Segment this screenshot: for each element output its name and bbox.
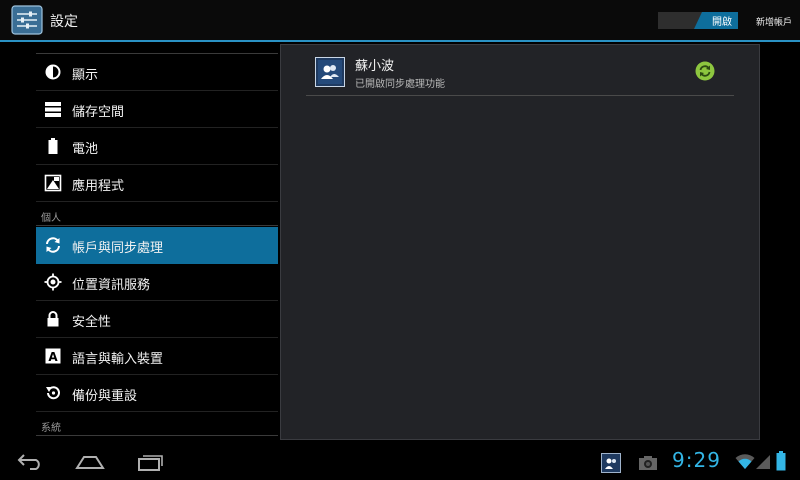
recent-apps-icon[interactable] bbox=[137, 453, 165, 471]
account-sync-status: 已開啟同步處理功能 bbox=[355, 79, 445, 90]
account-name: 蘇小波 bbox=[355, 59, 395, 74]
apps-icon bbox=[44, 174, 62, 192]
toggle-on-segment: 開啟 bbox=[694, 12, 738, 29]
section-divider bbox=[36, 225, 278, 226]
toggle-label: 開啟 bbox=[712, 17, 732, 28]
section-header-personal: 個人 bbox=[41, 213, 61, 224]
clock: 9:29 bbox=[672, 448, 721, 472]
battery-icon bbox=[48, 138, 58, 154]
section-divider bbox=[36, 435, 278, 436]
sync-icon bbox=[46, 237, 60, 253]
account-icon bbox=[315, 57, 345, 87]
camera-notification-icon[interactable] bbox=[638, 455, 658, 471]
section-header-system: 系統 bbox=[41, 423, 61, 434]
battery-status-icon bbox=[776, 451, 786, 471]
contacts-notification-icon[interactable] bbox=[601, 453, 621, 473]
sync-toggle[interactable]: 開啟 bbox=[658, 12, 738, 29]
sidebar-item-apps[interactable]: 應用程式 bbox=[36, 165, 278, 202]
list-divider bbox=[306, 95, 734, 96]
signal-icon bbox=[756, 455, 770, 469]
sidebar-item-storage[interactable]: 儲存空間 bbox=[36, 91, 278, 128]
brightness-icon bbox=[45, 64, 61, 80]
sidebar-item-label: 備份與重設 bbox=[72, 389, 138, 404]
sidebar-item-label: 帳戶與同步處理 bbox=[72, 241, 164, 256]
language-icon: A bbox=[45, 348, 61, 364]
sidebar-item-label: 應用程式 bbox=[72, 179, 125, 194]
sidebar-item-accounts-sync[interactable]: 帳戶與同步處理 bbox=[36, 227, 278, 264]
sidebar-item-security[interactable]: 安全性 bbox=[36, 301, 278, 338]
sidebar-item-language[interactable]: A 語言與輸入裝置 bbox=[36, 338, 278, 375]
settings-list[interactable]: 顯示 儲存空間 電池 應用程式 個人 帳戶與同步處理 位置資訊服務 安全性 A … bbox=[0, 42, 281, 438]
sidebar-item-battery[interactable]: 電池 bbox=[36, 128, 278, 165]
svg-text:A: A bbox=[48, 350, 58, 364]
sidebar-item-label: 顯示 bbox=[72, 68, 99, 83]
page-title: 設定 bbox=[50, 14, 78, 30]
sidebar-item-backup-reset[interactable]: 備份與重設 bbox=[36, 375, 278, 412]
location-icon bbox=[44, 273, 62, 291]
action-bar: 設定 開啟 新增帳戶 bbox=[0, 0, 800, 40]
lock-icon bbox=[47, 311, 59, 327]
sidebar-item-label: 電池 bbox=[72, 142, 99, 157]
sync-status-icon[interactable] bbox=[695, 61, 715, 81]
sidebar-item-label: 儲存空間 bbox=[72, 105, 125, 120]
account-panel: 蘇小波 已開啟同步處理功能 bbox=[280, 44, 760, 440]
sidebar-item-location[interactable]: 位置資訊服務 bbox=[36, 264, 278, 301]
sidebar-item-display[interactable]: 顯示 bbox=[36, 54, 278, 91]
wifi-icon bbox=[735, 454, 755, 469]
sidebar-item-label: 語言與輸入裝置 bbox=[72, 352, 164, 367]
sidebar-item-label: 安全性 bbox=[72, 315, 112, 330]
back-icon[interactable] bbox=[16, 452, 44, 470]
add-account-button[interactable]: 新增帳戶 bbox=[756, 15, 792, 28]
backup-icon bbox=[46, 386, 60, 400]
home-icon[interactable] bbox=[75, 454, 105, 470]
storage-icon bbox=[45, 102, 61, 117]
sidebar-item-label: 位置資訊服務 bbox=[72, 278, 151, 293]
settings-app-icon[interactable] bbox=[11, 5, 43, 35]
account-row[interactable]: 蘇小波 已開啟同步處理功能 bbox=[281, 45, 759, 95]
